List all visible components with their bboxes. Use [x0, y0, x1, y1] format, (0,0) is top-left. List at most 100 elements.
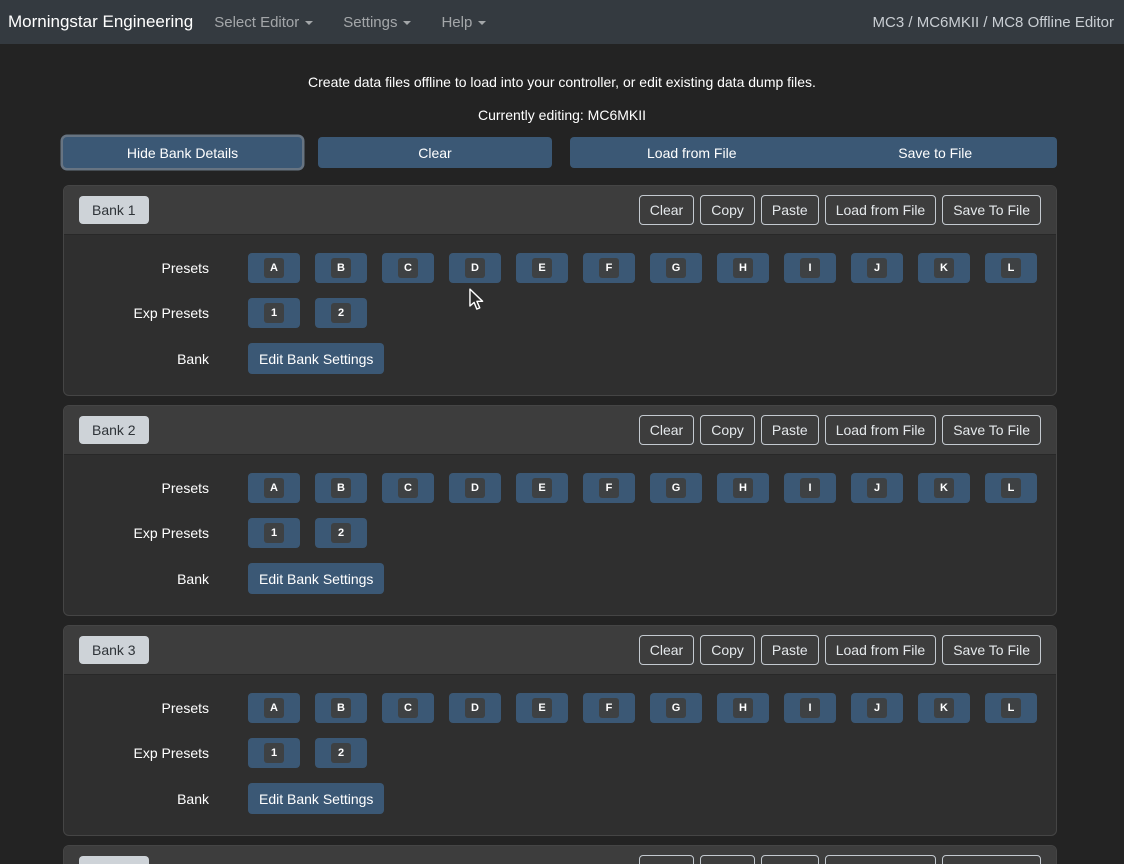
menu-select-editor-label: Select Editor	[214, 14, 299, 31]
key-label: B	[331, 698, 351, 718]
menu-help[interactable]: Help	[441, 14, 486, 31]
clear-all-button[interactable]: Clear	[318, 137, 552, 168]
preset-button-a[interactable]: A	[248, 473, 300, 503]
preset-button-e[interactable]: E	[516, 693, 568, 723]
preset-button-h[interactable]: H	[717, 473, 769, 503]
bank-action-copy-button[interactable]: Copy	[700, 415, 755, 445]
preset-button-e[interactable]: E	[516, 473, 568, 503]
preset-button-l[interactable]: L	[985, 473, 1037, 503]
bank-action-clear-button[interactable]: Clear	[639, 195, 694, 225]
preset-button-j[interactable]: J	[851, 253, 903, 283]
preset-button-g[interactable]: G	[650, 473, 702, 503]
edit-bank-settings-button[interactable]: Edit Bank Settings	[248, 343, 384, 374]
bank-action-paste-button[interactable]: Paste	[761, 635, 819, 665]
exp-preset-button-1[interactable]: 1	[248, 738, 300, 768]
bank-settings-row: Bank Edit Bank Settings	[64, 343, 1041, 374]
key-label: G	[666, 478, 686, 498]
preset-button-c[interactable]: C	[382, 693, 434, 723]
bank-title-badge[interactable]: Bank 2	[79, 416, 149, 444]
preset-button-l[interactable]: L	[985, 253, 1037, 283]
exp-presets-label: Exp Presets	[64, 525, 209, 541]
bank-action-clear-button[interactable]: Clear	[639, 415, 694, 445]
exp-preset-button-2[interactable]: 2	[315, 298, 367, 328]
exp-preset-button-2[interactable]: 2	[315, 738, 367, 768]
menu-settings[interactable]: Settings	[343, 14, 411, 31]
bank-action-copy-button[interactable]: Copy	[700, 195, 755, 225]
preset-button-a[interactable]: A	[248, 693, 300, 723]
preset-button-b[interactable]: B	[315, 693, 367, 723]
save-to-file-button[interactable]: Save to File	[814, 137, 1058, 168]
bank-action-copy-button[interactable]: Copy	[700, 635, 755, 665]
preset-button-c[interactable]: C	[382, 253, 434, 283]
brand-link[interactable]: Morningstar Engineering	[8, 12, 193, 32]
bank-action-paste-button[interactable]: Paste	[761, 855, 819, 864]
preset-button-j[interactable]: J	[851, 473, 903, 503]
preset-button-i[interactable]: I	[784, 473, 836, 503]
exp-preset-button-1[interactable]: 1	[248, 518, 300, 548]
preset-button-k[interactable]: K	[918, 253, 970, 283]
preset-button-f[interactable]: F	[583, 473, 635, 503]
preset-button-e[interactable]: E	[516, 253, 568, 283]
preset-button-h[interactable]: H	[717, 253, 769, 283]
bank-action-save-to-file-button[interactable]: Save To File	[942, 635, 1041, 665]
bank-action-paste-button[interactable]: Paste	[761, 195, 819, 225]
preset-button-j[interactable]: J	[851, 693, 903, 723]
exp-preset-buttons: 12	[248, 518, 367, 548]
bank-action-save-to-file-button[interactable]: Save To File	[942, 855, 1041, 864]
preset-button-b[interactable]: B	[315, 473, 367, 503]
presets-label: Presets	[64, 700, 209, 716]
key-label: F	[599, 478, 619, 498]
menu-select-editor[interactable]: Select Editor	[214, 14, 313, 31]
preset-button-d[interactable]: D	[449, 473, 501, 503]
preset-button-g[interactable]: G	[650, 693, 702, 723]
exp-presets-label: Exp Presets	[64, 745, 209, 761]
key-label: 1	[264, 523, 284, 543]
key-label: F	[599, 698, 619, 718]
preset-button-a[interactable]: A	[248, 253, 300, 283]
bank-action-load-from-file-button[interactable]: Load from File	[825, 635, 936, 665]
preset-button-i[interactable]: I	[784, 253, 836, 283]
bank-action-load-from-file-button[interactable]: Load from File	[825, 415, 936, 445]
edit-bank-settings-button[interactable]: Edit Bank Settings	[248, 563, 384, 594]
bank-title-badge[interactable]: Bank 4	[79, 856, 149, 864]
preset-button-f[interactable]: F	[583, 253, 635, 283]
preset-button-h[interactable]: H	[717, 693, 769, 723]
exp-presets-row: Exp Presets 12	[64, 738, 1041, 768]
exp-presets-row: Exp Presets 12	[64, 518, 1041, 548]
bank-action-clear-button[interactable]: Clear	[639, 635, 694, 665]
preset-button-c[interactable]: C	[382, 473, 434, 503]
preset-button-d[interactable]: D	[449, 693, 501, 723]
hide-bank-details-button[interactable]: Hide Bank Details	[63, 137, 302, 168]
key-label: H	[733, 478, 753, 498]
bank-action-save-to-file-button[interactable]: Save To File	[942, 415, 1041, 445]
bank-action-save-to-file-button[interactable]: Save To File	[942, 195, 1041, 225]
bank-title-badge[interactable]: Bank 1	[79, 196, 149, 224]
exp-preset-button-1[interactable]: 1	[248, 298, 300, 328]
exp-preset-buttons: 12	[248, 738, 367, 768]
bank-action-paste-button[interactable]: Paste	[761, 415, 819, 445]
key-label: C	[398, 698, 418, 718]
load-from-file-button[interactable]: Load from File	[570, 137, 814, 168]
bank-label: Bank	[64, 791, 209, 807]
preset-button-l[interactable]: L	[985, 693, 1037, 723]
edit-bank-settings-button[interactable]: Edit Bank Settings	[248, 783, 384, 814]
preset-button-g[interactable]: G	[650, 253, 702, 283]
bank-title-badge[interactable]: Bank 3	[79, 636, 149, 664]
preset-button-d[interactable]: D	[449, 253, 501, 283]
exp-preset-button-2[interactable]: 2	[315, 518, 367, 548]
preset-button-k[interactable]: K	[918, 693, 970, 723]
chevron-down-icon	[403, 21, 411, 25]
preset-button-b[interactable]: B	[315, 253, 367, 283]
bank-action-clear-button[interactable]: Clear	[639, 855, 694, 864]
key-label: A	[264, 258, 284, 278]
key-label: L	[1001, 698, 1021, 718]
key-label: 1	[264, 303, 284, 323]
preset-button-i[interactable]: I	[784, 693, 836, 723]
bank-action-load-from-file-button[interactable]: Load from File	[825, 855, 936, 864]
bank-actions: ClearCopyPasteLoad from FileSave To File	[639, 195, 1041, 225]
preset-button-f[interactable]: F	[583, 693, 635, 723]
preset-button-k[interactable]: K	[918, 473, 970, 503]
key-label: C	[398, 478, 418, 498]
bank-action-load-from-file-button[interactable]: Load from File	[825, 195, 936, 225]
bank-action-copy-button[interactable]: Copy	[700, 855, 755, 864]
